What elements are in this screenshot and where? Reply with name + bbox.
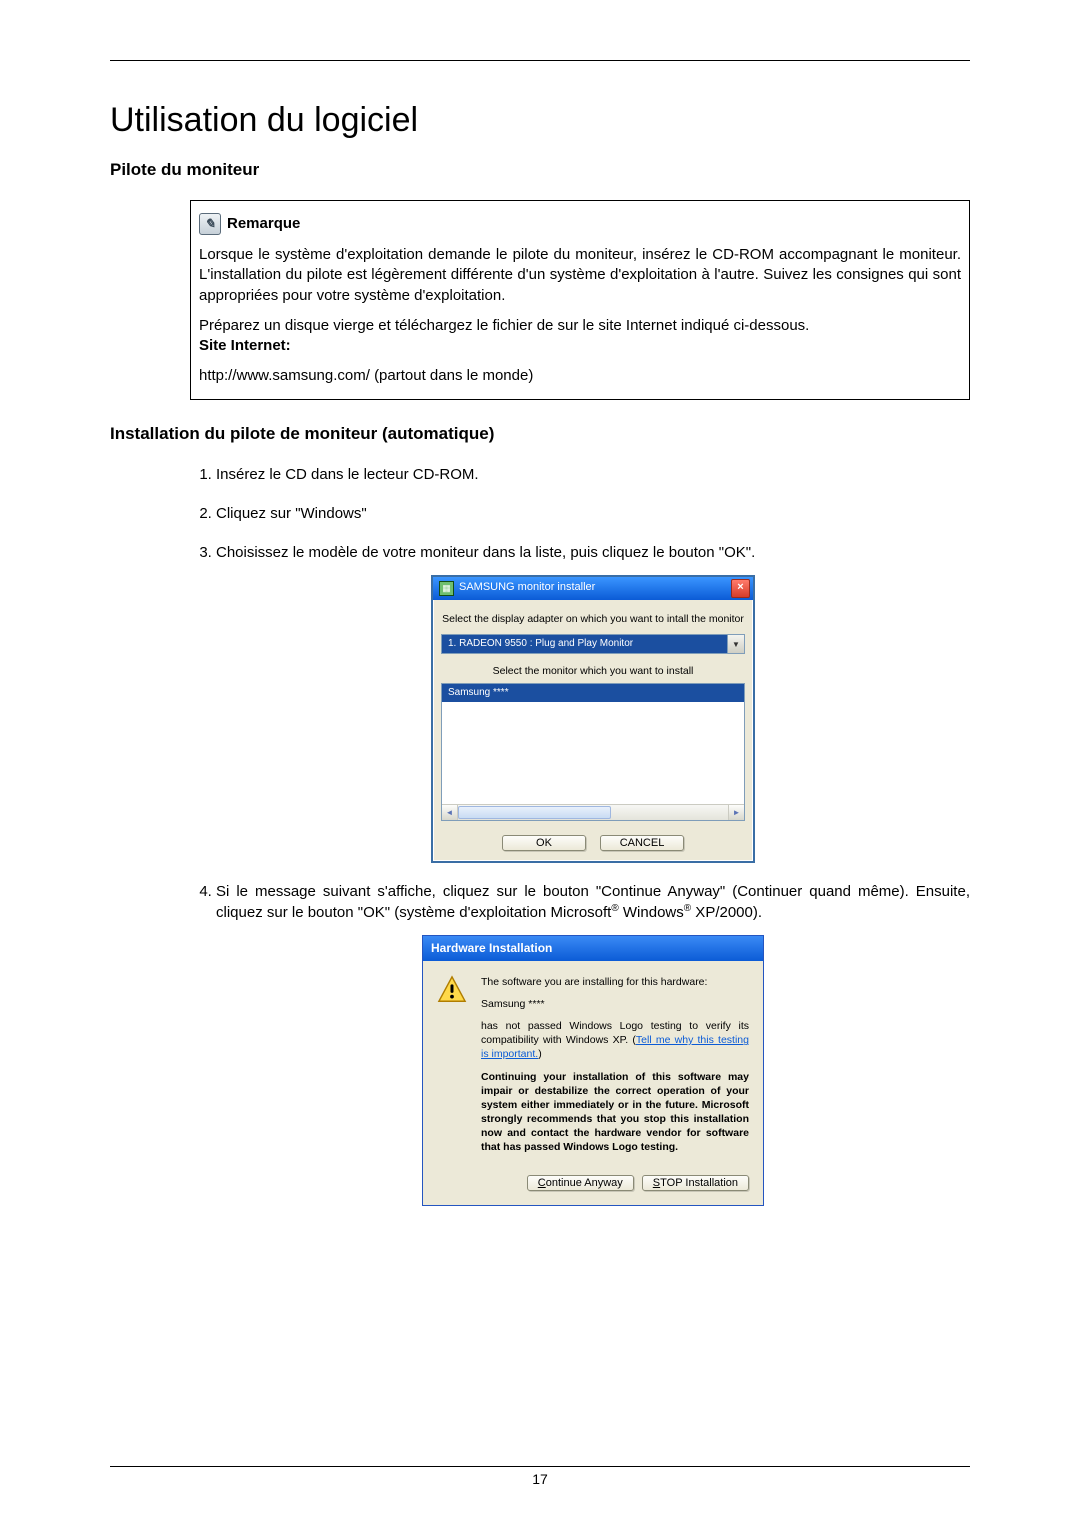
continue-anyway-button[interactable]: Continue Anyway <box>527 1175 634 1191</box>
scroll-right-icon[interactable]: ► <box>728 805 744 820</box>
installer-app-icon: ▦ <box>439 581 454 596</box>
step-3: Choisissez le modèle de votre moniteur d… <box>216 542 970 863</box>
hardware-installation-dialog: Hardware Installation The software you a… <box>422 935 764 1206</box>
top-divider <box>110 60 970 61</box>
monitor-selected-item[interactable]: Samsung **** <box>442 684 744 702</box>
hw-line-2: has not passed Windows Logo testing to v… <box>481 1019 749 1062</box>
hw-warning-paragraph: Continuing your installation of this sof… <box>481 1070 749 1155</box>
hw-text: The software you are installing for this… <box>481 975 749 1163</box>
note-label: Remarque <box>227 214 300 234</box>
scroll-thumb[interactable] <box>458 806 611 819</box>
installer-titlebar: ▦ SAMSUNG monitor installer × <box>433 577 753 600</box>
section-monitor-driver-heading: Pilote du moniteur <box>110 160 970 180</box>
monitor-listbox[interactable]: Samsung **** ◄ ► <box>441 683 745 821</box>
samsung-installer-window: ▦ SAMSUNG monitor installer × Select the… <box>431 575 755 863</box>
cancel-button[interactable]: CANCEL <box>600 835 684 851</box>
warning-icon <box>437 975 467 1005</box>
page-number: 17 <box>110 1471 970 1487</box>
adapter-dropdown[interactable]: 1. RADEON 9550 : Plug and Play Monitor ▼ <box>441 634 745 654</box>
section-install-heading: Installation du pilote de moniteur (auto… <box>110 424 970 444</box>
note-site-label: Site Internet: <box>199 337 291 354</box>
note-paragraph-1: Lorsque le système d'exploitation demand… <box>199 245 961 306</box>
chevron-down-icon[interactable]: ▼ <box>727 635 744 653</box>
scroll-track[interactable] <box>458 805 728 820</box>
installer-adapter-label: Select the display adapter on which you … <box>441 612 745 627</box>
hw-titlebar: Hardware Installation <box>423 936 763 961</box>
page-title: Utilisation du logiciel <box>110 101 970 140</box>
step-4: Si le message suivant s'affiche, cliquez… <box>216 881 970 1206</box>
note-box: ✎ Remarque Lorsque le système d'exploita… <box>190 200 970 400</box>
close-icon[interactable]: × <box>731 579 750 598</box>
step-2: Cliquez sur "Windows" <box>216 503 970 524</box>
registered-mark: ® <box>611 903 618 914</box>
adapter-selected: 1. RADEON 9550 : Plug and Play Monitor <box>442 635 727 653</box>
note-icon: ✎ <box>199 213 221 235</box>
installer-monitor-label: Select the monitor which you want to ins… <box>441 664 745 679</box>
stop-installation-button[interactable]: STOP Installation <box>642 1175 749 1191</box>
note-paragraph-2: Préparez un disque vierge et téléchargez… <box>199 317 809 334</box>
hw-device-name: Samsung **** <box>481 997 749 1011</box>
hw-line-1: The software you are installing for this… <box>481 975 749 989</box>
note-url: http://www.samsung.com/ (partout dans le… <box>199 366 961 386</box>
scroll-left-icon[interactable]: ◄ <box>442 805 458 820</box>
bottom-divider <box>110 1466 970 1467</box>
installer-title: SAMSUNG monitor installer <box>459 580 731 595</box>
ok-button[interactable]: OK <box>502 835 586 851</box>
horizontal-scrollbar[interactable]: ◄ ► <box>442 804 744 820</box>
step-1: Insérez le CD dans le lecteur CD-ROM. <box>216 464 970 485</box>
install-steps-list: Insérez le CD dans le lecteur CD-ROM. Cl… <box>190 464 970 1206</box>
